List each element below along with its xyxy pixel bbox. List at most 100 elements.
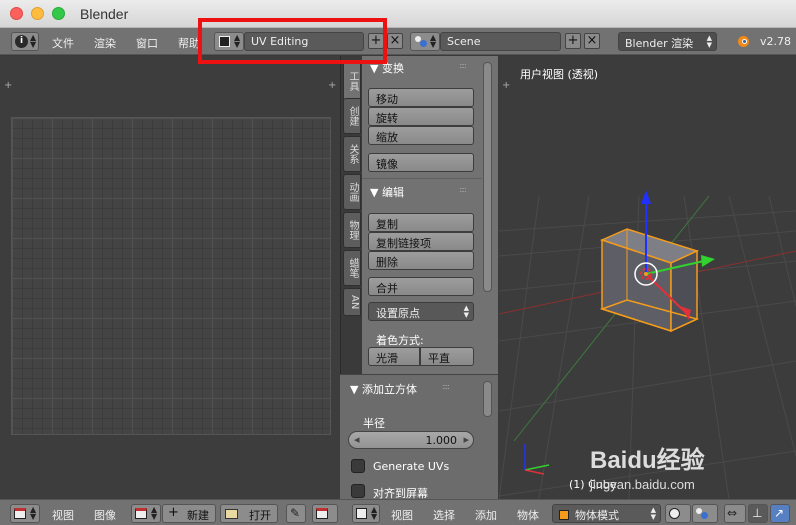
delete-button[interactable]: 删除 xyxy=(368,251,474,270)
uv-editor-type-button[interactable]: ▲ ▼ xyxy=(10,504,40,523)
shade-smooth-button[interactable]: 光滑 xyxy=(368,347,420,366)
viewport-scene xyxy=(499,190,796,499)
duplicate-linked-button[interactable]: 复制链接项 xyxy=(368,232,474,251)
mirror-button[interactable]: 镜像 xyxy=(368,153,474,172)
version-label: v2.78 xyxy=(760,35,792,48)
radius-field[interactable]: ◂ 1.000 ▸ xyxy=(348,431,474,449)
new-image-label: 新建 xyxy=(187,509,209,522)
editor-type-info-button[interactable]: i ▲ ▼ xyxy=(11,32,39,51)
generate-uvs-checkbox[interactable] xyxy=(351,459,365,473)
uv-grid[interactable] xyxy=(11,117,331,435)
3d-view-editor-type-button[interactable]: ▲ ▼ xyxy=(352,504,380,523)
tab-relations[interactable]: 关系 xyxy=(343,136,361,172)
new-image-button[interactable]: + 新建 xyxy=(162,504,216,523)
close-window-button[interactable] xyxy=(10,7,23,20)
uv-menu-view[interactable]: 视图 xyxy=(52,507,74,523)
link-icon: ⇔ xyxy=(727,506,738,520)
window-titlebar: Blender xyxy=(0,0,796,28)
proportional-edit-button[interactable]: ⇔ xyxy=(724,504,746,523)
image-editor-icon xyxy=(14,508,26,519)
uv-menu-image[interactable]: 图像 xyxy=(94,507,116,523)
arrow-icon: ↗ xyxy=(774,506,785,520)
set-origin-dropdown[interactable]: 设置原点 ▲ ▼ xyxy=(368,302,474,321)
render-engine-dropdown[interactable]: Blender 渲染 ▲ ▼ xyxy=(618,32,717,51)
rotate-button[interactable]: 旋转 xyxy=(368,107,474,126)
tab-animation[interactable]: 动画 xyxy=(343,174,361,210)
translate-manipulator-button[interactable]: ↗ xyxy=(770,504,790,523)
editor-footers: ▲ ▼ 视图 图像 ▲ ▼ + 新建 打开 ✎ ▲ ▼ 视图 选择 添加 物体 物体模… xyxy=(0,499,796,525)
interaction-mode-dropdown[interactable]: 物体模式 ▲ ▼ xyxy=(552,504,661,523)
sphere-icon xyxy=(669,508,680,519)
3d-viewport[interactable]: 用户视图 (透视) + (1) Cube xyxy=(499,56,796,499)
pivot-point-button[interactable] xyxy=(692,504,718,523)
duplicate-button[interactable]: 复制 xyxy=(368,213,474,232)
updown-icon: ▲ ▼ xyxy=(371,505,378,521)
interaction-mode-label: 物体模式 xyxy=(575,509,619,522)
menu-help[interactable]: 帮助 xyxy=(178,35,200,51)
watermark-url: jingyan.baidu.com xyxy=(590,477,695,492)
move-button[interactable]: 移动 xyxy=(368,88,474,107)
delete-screen-button[interactable]: × xyxy=(387,33,403,49)
3d-menu-select[interactable]: 选择 xyxy=(433,507,455,523)
image-icon xyxy=(135,508,147,519)
tab-tools[interactable]: 工具 xyxy=(343,60,361,102)
blender-logo-icon xyxy=(736,35,750,47)
divider xyxy=(362,178,482,179)
menu-file[interactable]: 文件 xyxy=(52,35,74,51)
highlight-box xyxy=(198,18,387,64)
baidu-watermark: Baidu经验 jingyan.baidu.com xyxy=(590,440,705,492)
drag-grip-icon[interactable]: :::: xyxy=(459,61,467,70)
drag-grip-icon[interactable]: :::: xyxy=(442,382,450,391)
pin-image-button[interactable]: ✎ xyxy=(286,504,306,523)
operator-panel-scrollbar[interactable] xyxy=(483,381,492,417)
add-cube-header[interactable]: ▼ 添加立方体 xyxy=(350,381,417,397)
tool-shelf-scrollbar[interactable] xyxy=(483,62,492,292)
tab-physics[interactable]: 物理 xyxy=(343,212,361,248)
drag-grip-icon[interactable]: :::: xyxy=(459,185,467,194)
3d-menu-view[interactable]: 视图 xyxy=(391,507,413,523)
tab-grease-pencil[interactable]: 蜡笔 xyxy=(343,250,361,286)
shading-label: 着色方式: xyxy=(376,334,424,347)
manipulator-icon: ⊥ xyxy=(752,506,763,520)
radius-value: 1.000 xyxy=(425,434,458,447)
set-origin-label: 设置原点 xyxy=(376,307,420,320)
edit-panel-header[interactable]: ▼ 编辑 xyxy=(370,184,404,200)
zoom-window-button[interactable] xyxy=(52,7,65,20)
image-browse-button[interactable]: ▲ ▼ xyxy=(131,504,161,523)
chevron-left-icon[interactable]: ◂ xyxy=(354,433,360,446)
uv-footer-more-button[interactable] xyxy=(312,504,338,523)
edit-header-label: 编辑 xyxy=(381,186,404,199)
scene-browse-button[interactable]: ▲ ▼ xyxy=(410,32,440,51)
tool-shelf-panel: ▼ 变换 :::: 移动 旋转 缩放 镜像 ▼ 编辑 :::: 复制 复制链接项… xyxy=(340,56,498,500)
pivot-icon xyxy=(696,508,708,520)
scene-field[interactable]: Scene xyxy=(440,32,561,51)
tab-an[interactable]: AN xyxy=(343,288,361,316)
open-image-button[interactable]: 打开 xyxy=(220,504,278,523)
menu-window[interactable]: 窗口 xyxy=(136,35,158,51)
manipulator-toggle-button[interactable]: ⊥ xyxy=(748,504,768,523)
cube-object[interactable] xyxy=(599,228,700,333)
info-icon: i xyxy=(15,35,28,48)
folder-icon xyxy=(225,509,238,519)
chevron-right-icon[interactable]: ▸ xyxy=(463,433,469,446)
region-toggle-icon[interactable]: + xyxy=(4,80,12,91)
region-toggle-icon[interactable]: + xyxy=(328,80,336,91)
delete-scene-button[interactable]: × xyxy=(584,33,600,49)
join-button[interactable]: 合并 xyxy=(368,277,474,296)
info-header: i ▲ ▼ 文件 渲染 窗口 帮助 ▲ ▼ UV Editing + × ▲ ▼ Sc… xyxy=(0,28,796,55)
menu-render[interactable]: 渲染 xyxy=(94,35,116,51)
viewport-shading-button[interactable] xyxy=(665,504,691,523)
3d-menu-add[interactable]: 添加 xyxy=(475,507,497,523)
3d-menu-object[interactable]: 物体 xyxy=(517,507,539,523)
tab-create[interactable]: 创建 xyxy=(343,98,361,134)
add-scene-button[interactable]: + xyxy=(565,33,581,49)
align-to-view-checkbox[interactable] xyxy=(351,484,365,498)
scale-button[interactable]: 缩放 xyxy=(368,126,474,145)
updown-icon: ▲ ▼ xyxy=(430,33,437,49)
updown-icon: ▲ ▼ xyxy=(30,505,37,521)
shade-flat-button[interactable]: 平直 xyxy=(420,347,474,366)
close-icon: × xyxy=(586,33,598,48)
updown-icon: ▲ ▼ xyxy=(650,506,656,521)
radius-label: 半径 xyxy=(363,417,385,430)
minimize-window-button[interactable] xyxy=(31,7,44,20)
